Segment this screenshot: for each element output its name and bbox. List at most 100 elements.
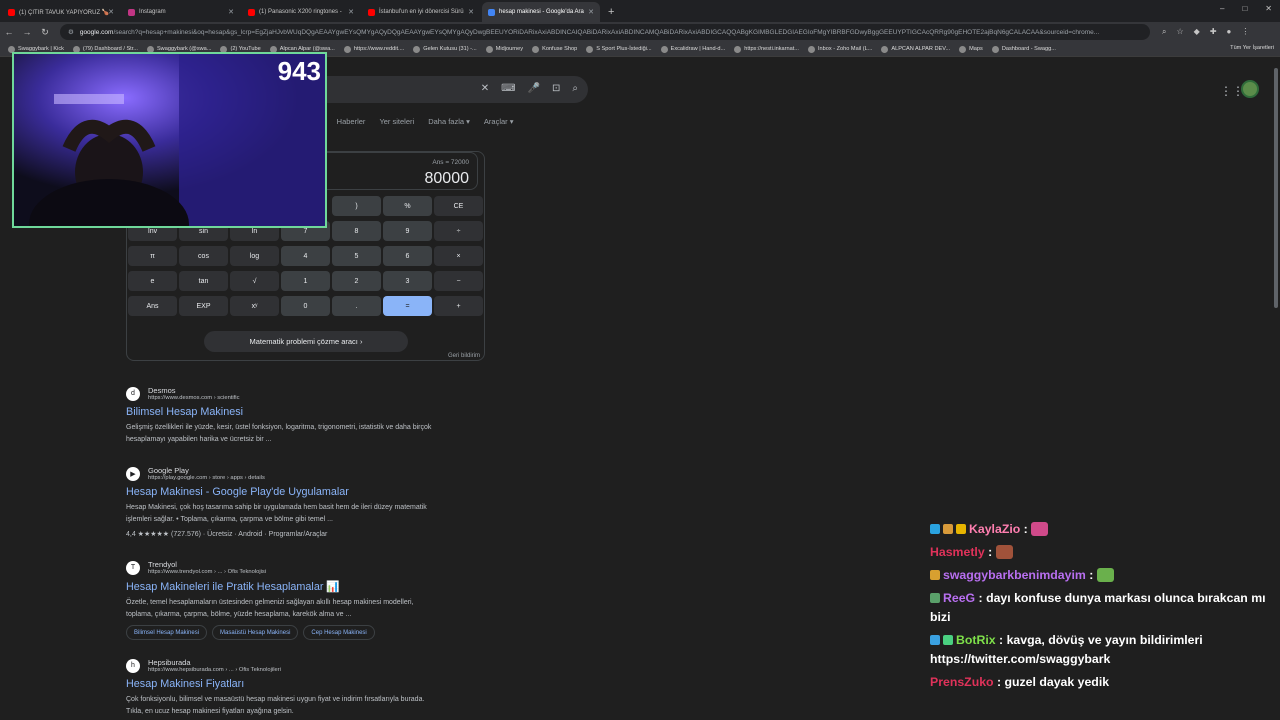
close-window-button[interactable]: ✕ (1265, 4, 1272, 13)
extension-icon[interactable]: ◆ (1194, 27, 1200, 37)
bookmark-item[interactable]: Midjourney (485, 45, 523, 53)
chat-username[interactable]: Hasmetly (930, 545, 985, 559)
lens-icon[interactable]: ⊡ (552, 83, 560, 94)
result-url[interactable]: https://www.desmos.com › scientific (148, 395, 240, 401)
result-title-link[interactable]: Hesap Makineleri ile Pratik Hesaplamalar… (126, 580, 486, 593)
calc-key[interactable]: Ans (128, 296, 177, 316)
calc-key[interactable]: . (332, 296, 381, 316)
address-bar[interactable]: ⚙ google.com /search?q=hesap+makinesi&oq… (60, 24, 1150, 40)
calc-key[interactable]: cos (179, 246, 228, 266)
forward-icon[interactable]: → (18, 27, 36, 37)
search-result: d Desmos https://www.desmos.com › scientif… (126, 386, 486, 445)
avatar[interactable] (1241, 80, 1259, 98)
calc-key[interactable]: 0 (281, 296, 330, 316)
calc-key[interactable]: % (383, 196, 432, 216)
bookmark-item[interactable]: Konfuse Shop (532, 45, 577, 53)
maximize-button[interactable]: □ (1242, 4, 1247, 13)
site-favicon-icon: ▶ (126, 466, 140, 481)
filter-news[interactable]: Haberler (337, 117, 366, 126)
result-title-link[interactable]: Bilimsel Hesap Makinesi (126, 406, 486, 418)
calc-key[interactable]: − (434, 271, 483, 291)
calc-key[interactable]: √ (230, 271, 279, 291)
chat-username[interactable]: swaggybarkbenimdayim (943, 568, 1086, 582)
close-tab-icon[interactable]: ✕ (588, 8, 594, 16)
minimize-button[interactable]: – (1220, 4, 1224, 13)
related-chip[interactable]: Cep Hesap Makinesi (303, 625, 375, 640)
scrollbar[interactable] (1274, 68, 1278, 308)
calc-key[interactable]: 3 (383, 271, 432, 291)
mic-icon[interactable]: 🎤 (528, 83, 540, 94)
browser-tab[interactable]: hesap makinesi - Google'da Ara ✕ (482, 2, 600, 22)
browser-tab[interactable]: (1) ÇITIR TAVUK YAPIYORUZ 🍗 ✕ (2, 2, 120, 22)
chat-username[interactable]: KaylaZio (969, 522, 1020, 536)
browser-tab[interactable]: İstanbul'un en iyi dönercisi Sürü ✕ (362, 2, 480, 22)
calc-key[interactable]: e (128, 271, 177, 291)
bookmark-item[interactable]: ALPCAN ALPAR DEV... (881, 45, 950, 53)
close-tab-icon[interactable]: ✕ (468, 8, 474, 16)
calc-key[interactable]: ÷ (434, 221, 483, 241)
bookmark-item[interactable]: Dashboard - Swagg... (991, 45, 1056, 53)
search-result: h Hepsiburada https://www.hepsiburada.com … (126, 658, 486, 717)
close-tab-icon[interactable]: ✕ (348, 8, 354, 16)
result-url[interactable]: https://www.hepsiburada.com › ... › Ofis… (148, 667, 281, 673)
related-chip[interactable]: Bilimsel Hesap Makinesi (126, 625, 208, 640)
calc-key[interactable]: π (128, 246, 177, 266)
math-solver-button[interactable]: Matematik problemi çözme aracı › (204, 331, 408, 352)
bookmark-item[interactable]: https://nesti.inkarnat... (734, 45, 799, 53)
site-info-icon[interactable]: ⚙ (68, 28, 74, 36)
calc-key[interactable]: EXP (179, 296, 228, 316)
feedback-link[interactable]: Geri bildirim (448, 353, 480, 359)
bookmark-item[interactable]: Gelen Kutusu (31) -... (413, 45, 477, 53)
result-url[interactable]: https://play.google.com › store › apps ›… (148, 475, 265, 481)
related-chip[interactable]: Masaüstü Hesap Makinesi (212, 625, 299, 640)
filter-more[interactable]: Daha fazla ▾ (428, 117, 470, 126)
result-title-link[interactable]: Hesap Makinesi Fiyatları (126, 678, 486, 690)
search-icon[interactable]: ⌕ (572, 83, 578, 94)
result-title-link[interactable]: Hesap Makinesi - Google Play'de Uygulama… (126, 486, 486, 498)
clear-icon[interactable]: ✕ (481, 83, 489, 94)
profile-icon[interactable]: ● (1227, 27, 1232, 37)
back-icon[interactable]: ← (0, 27, 18, 37)
bookmark-item[interactable]: Maps (959, 45, 983, 53)
calc-key[interactable]: xʸ (230, 296, 279, 316)
calc-key[interactable]: = (383, 296, 432, 316)
close-tab-icon[interactable]: ✕ (108, 8, 114, 16)
keyboard-icon[interactable]: ⌨ (501, 83, 515, 94)
chat-username[interactable]: ReeG (943, 591, 975, 605)
filter-places[interactable]: Yer siteleri (379, 117, 414, 126)
calc-key[interactable]: 5 (332, 246, 381, 266)
browser-tab[interactable]: (1) Panasonic X200 ringtones - ✕ (242, 2, 360, 22)
chat-username[interactable]: BotRix (956, 633, 996, 647)
menu-icon[interactable]: ⋮ (1241, 27, 1249, 37)
bookmark-item[interactable]: Inbox - Zoho Mail (L... (807, 45, 872, 53)
close-tab-icon[interactable]: ✕ (228, 8, 234, 16)
calc-key[interactable]: 8 (332, 221, 381, 241)
chat-username[interactable]: PrensZuko (930, 675, 994, 689)
all-bookmarks[interactable]: Tüm Yer İşaretleri (1230, 45, 1274, 51)
bookmark-item[interactable]: Excalidraw | Hand-d... (660, 45, 725, 53)
calc-key[interactable]: × (434, 246, 483, 266)
bookmark-item[interactable]: https://www.reddit.... (343, 45, 404, 53)
calc-key[interactable]: + (434, 296, 483, 316)
calc-key[interactable]: 4 (281, 246, 330, 266)
calc-key[interactable]: 2 (332, 271, 381, 291)
calc-key[interactable]: 1 (281, 271, 330, 291)
chat-badge-icon (956, 524, 966, 534)
star-icon[interactable]: ☆ (1176, 27, 1183, 37)
calc-key[interactable]: log (230, 246, 279, 266)
puzzle-icon[interactable]: ✚ (1210, 27, 1217, 37)
result-url[interactable]: https://www.trendyol.com › ... › Ofis Te… (148, 569, 266, 575)
reload-icon[interactable]: ↻ (36, 27, 54, 38)
result-site-name: Hepsiburada (148, 658, 191, 667)
filter-tools[interactable]: Araçlar ▾ (484, 117, 514, 126)
search-input[interactable]: ✕ ⌨ 🎤 ⊡ ⌕ (300, 76, 588, 103)
new-tab-button[interactable]: + (608, 6, 614, 18)
calc-key[interactable]: 6 (383, 246, 432, 266)
calc-key[interactable]: tan (179, 271, 228, 291)
browser-tab[interactable]: Instagram ✕ (122, 2, 240, 22)
calc-key[interactable]: 9 (383, 221, 432, 241)
calc-key[interactable]: CE (434, 196, 483, 216)
zoom-icon[interactable]: ⌕ (1162, 27, 1166, 37)
calc-key[interactable]: ) (332, 196, 381, 216)
bookmark-item[interactable]: S Sport Plus-İstediği... (586, 45, 652, 53)
